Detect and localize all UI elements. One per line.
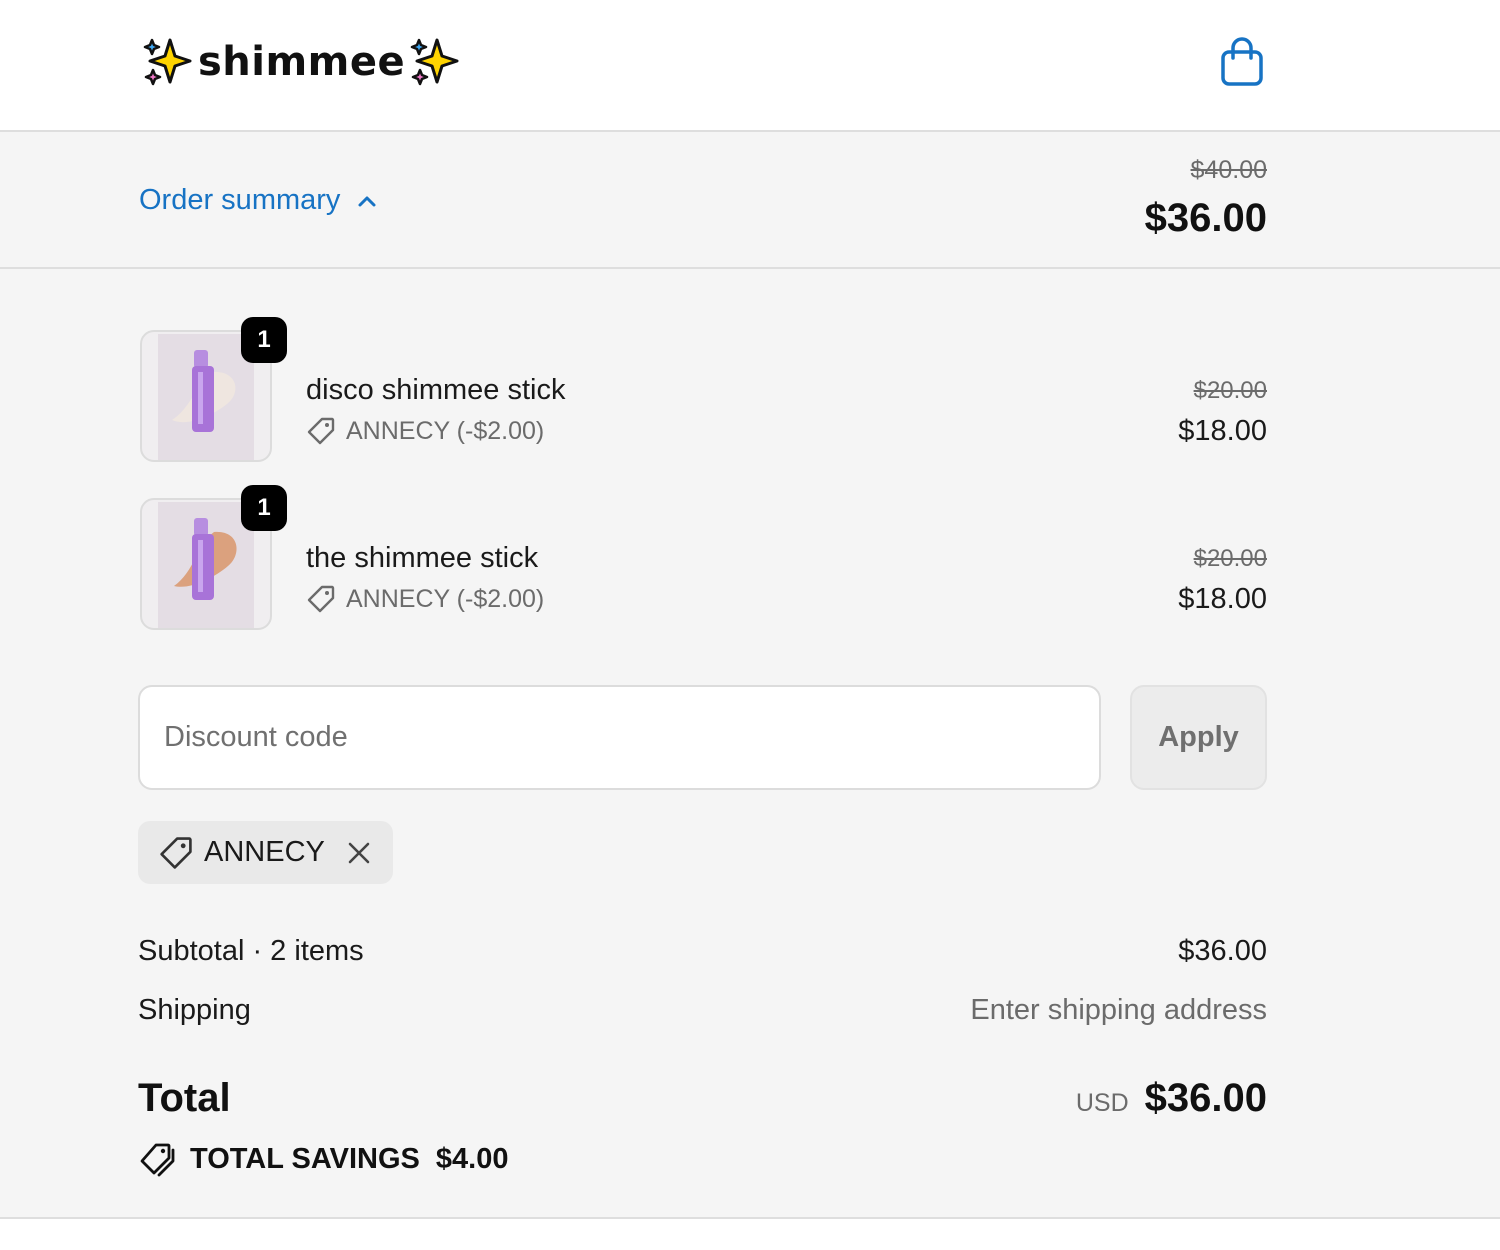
item-original-price: $20.00 [1193, 377, 1267, 404]
total-label: Total [138, 1076, 231, 1120]
item-discount: ANNECY (-$2.00) [306, 584, 544, 614]
order-summary-toggle[interactable]: Order summary [139, 184, 378, 217]
applied-discount-code: ANNECY [204, 836, 325, 868]
item-name: the shimmee stick [306, 542, 539, 574]
site-header: shimmee [0, 0, 1500, 132]
subtotal-label: Subtotal · 2 items [138, 935, 364, 967]
item-price: $18.00 [1178, 583, 1267, 615]
shipping-value: Enter shipping address [970, 994, 1267, 1026]
item-discount-label: ANNECY (-$2.00) [346, 416, 545, 445]
total-amount: $36.00 [1144, 1076, 1267, 1120]
item-discount: ANNECY (-$2.00) [306, 416, 544, 446]
tag-icon [307, 585, 335, 613]
subtotal-value: $36.00 [1178, 935, 1267, 967]
item-name: disco shimmee stick [306, 374, 566, 406]
summary-original-total: $40.00 [1190, 156, 1267, 184]
discount-code-input[interactable] [138, 685, 1101, 790]
tags-icon [140, 1143, 175, 1177]
order-summary-label: Order summary [139, 184, 341, 216]
currency-code: USD [1075, 1089, 1129, 1117]
total-savings-label: TOTAL SAVINGS [190, 1142, 420, 1175]
shopping-bag-icon[interactable] [1216, 34, 1268, 90]
line-item: 1 the shimmee stick ANNECY (-$2.00) $20.… [140, 485, 1267, 634]
brand-name: shimmee [198, 39, 406, 85]
apply-button[interactable]: Apply [1130, 685, 1267, 790]
total-savings: TOTAL SAVINGS $4.00 [138, 1140, 508, 1178]
quantity-badge: 1 [241, 485, 287, 531]
quantity-badge: 1 [241, 317, 287, 363]
total-savings-amount: $4.00 [435, 1142, 509, 1175]
shipping-label: Shipping [138, 994, 251, 1026]
tag-icon [160, 836, 192, 869]
item-original-price: $20.00 [1193, 545, 1267, 572]
sparkles-icon [143, 38, 192, 86]
summary-total: $36.00 [1144, 196, 1267, 240]
brand-logo[interactable]: shimmee [140, 34, 463, 90]
close-icon[interactable] [345, 839, 373, 867]
item-price: $18.00 [1178, 415, 1267, 447]
sparkles-icon [410, 38, 459, 86]
item-discount-label: ANNECY (-$2.00) [346, 584, 545, 613]
chevron-up-icon [358, 196, 376, 206]
total-value: USD $36.00 [1076, 1076, 1267, 1121]
applied-discount-chip: ANNECY [138, 821, 393, 884]
line-item: 1 disco shimmee stick ANNECY (-$2.00) $2… [140, 317, 1267, 466]
tag-icon [307, 417, 335, 445]
